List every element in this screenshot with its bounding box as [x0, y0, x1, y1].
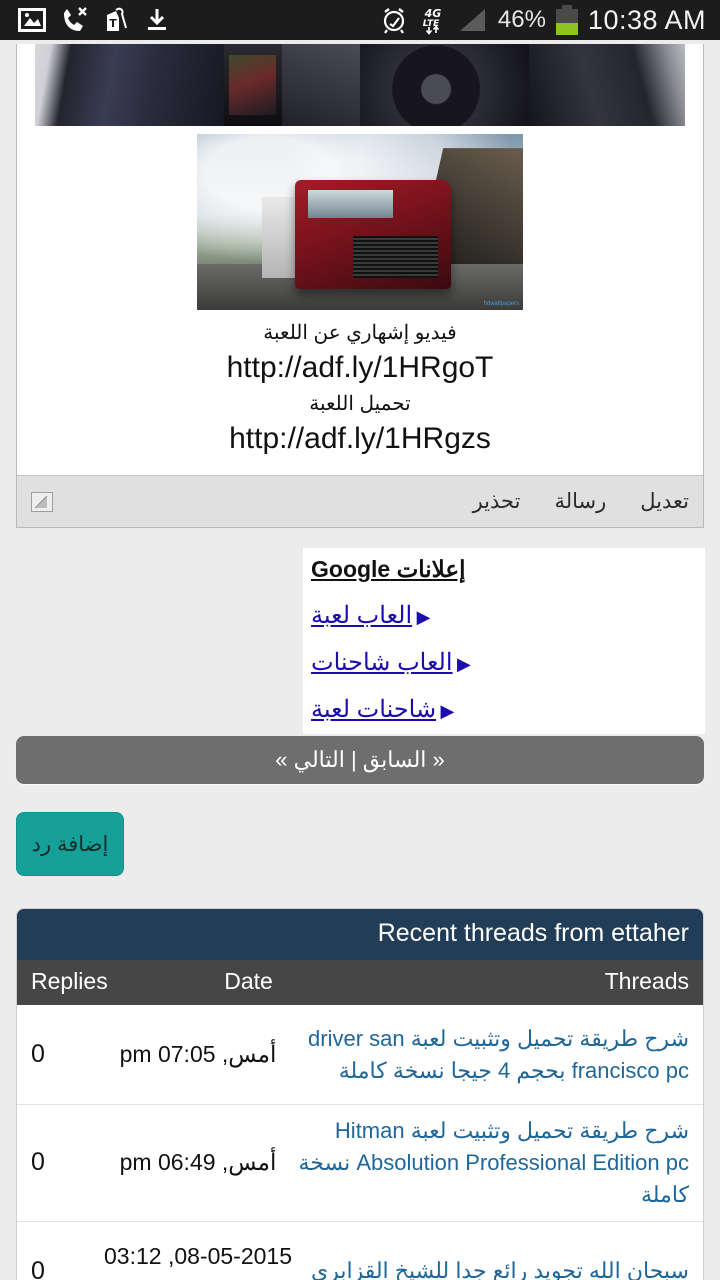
recent-threads-table: Recent threads from ettaher Replies Date… [16, 908, 704, 1280]
play-arrow-icon: ▶ [457, 654, 471, 674]
google-ads-box: إعلانات Google ▶ العاب لعبة ▶ العاب شاحن… [303, 548, 705, 734]
status-bar: T 4G LTE 46% 10:38 AM [0, 0, 720, 40]
column-header-replies: Replies [31, 968, 108, 994]
play-arrow-icon: ▶ [440, 701, 455, 721]
post-toolbar: تعديل رسالة تحذير [17, 475, 703, 527]
column-header-date: Date [224, 968, 273, 994]
ad-link-1[interactable]: العاب لعبة [311, 602, 412, 629]
image-watermark: hdwallpapers [483, 301, 519, 307]
image-icon [18, 7, 46, 33]
table-row[interactable]: 0 08-05-2015, 03:12 am سبحان الله تجويد … [17, 1222, 703, 1280]
post-card: hdwallpapers فيديو إشهاري عن اللعبة http… [16, 44, 704, 528]
row-thread-link[interactable]: شرح طريقة تحميل وتثبيت لعبة Hitman Absol… [293, 1115, 689, 1211]
tmobile-tag-icon: T [102, 6, 130, 34]
play-arrow-icon: ▶ [416, 607, 431, 627]
truck-interiors-image[interactable] [35, 44, 685, 126]
ad-row-1: ▶ العاب لعبة [311, 583, 697, 630]
thread-pagination-bar[interactable]: « السابق | التالي » [16, 736, 704, 784]
post-body: hdwallpapers فيديو إشهاري عن اللعبة http… [17, 44, 703, 475]
row-date: 08-05-2015, 03:12 am [104, 1243, 292, 1280]
row-replies: 0 [31, 1256, 45, 1280]
ad-row-3: ▶ شاحنات لعبة [311, 677, 697, 724]
svg-text:T: T [109, 17, 117, 30]
download-url[interactable]: http://adf.ly/1HRgzs [27, 419, 693, 460]
battery-percent-label: 46% [497, 6, 546, 33]
video-caption: فيديو إشهاري عن اللعبة [263, 322, 457, 344]
truck-hero-image[interactable]: hdwallpapers [197, 134, 523, 310]
ad-link-3[interactable]: شاحنات لعبة [311, 696, 436, 723]
row-date: أمس, 06:49 pm [119, 1149, 277, 1176]
battery-icon [555, 5, 578, 35]
google-ads-title: إعلانات Google [311, 556, 466, 582]
edit-button[interactable]: تعديل [640, 489, 689, 514]
video-url[interactable]: http://adf.ly/1HRgoT [27, 348, 693, 389]
missed-call-icon [60, 7, 88, 33]
add-reply-label: إضافة رد [31, 832, 109, 856]
reply-button-wrap: إضافة رد [16, 784, 720, 876]
signal-icon [458, 7, 488, 33]
row-date: أمس, 07:05 pm [119, 1041, 277, 1068]
post-text: فيديو إشهاري عن اللعبة http://adf.ly/1HR… [17, 310, 703, 469]
column-header-threads: Threads [604, 968, 689, 994]
download-caption: تحميل اللعبة [309, 392, 411, 415]
download-icon [144, 7, 170, 33]
alarm-icon [380, 6, 408, 34]
row-replies: 0 [31, 1040, 45, 1068]
page-scroll-area[interactable]: hdwallpapers فيديو إشهاري عن اللعبة http… [0, 40, 720, 1280]
status-bar-right-icons: 4G LTE 46% 10:38 AM [380, 5, 710, 36]
row-thread-link[interactable]: شرح طريقة تحميل وتثبيت لعبة driver san f… [293, 1023, 689, 1087]
add-reply-button[interactable]: إضافة رد [16, 812, 124, 876]
recent-threads-title: Recent threads from ettaher [17, 909, 703, 960]
ad-link-2[interactable]: العاب شاحنات [311, 649, 453, 676]
message-button[interactable]: رسالة [554, 489, 606, 514]
4g-lte-icon: 4G LTE [418, 5, 448, 35]
ad-row-2: ▶ العاب شاحنات [311, 630, 697, 677]
pagination-label[interactable]: « السابق | التالي » [275, 747, 444, 773]
row-thread-link[interactable]: سبحان الله تجويد رائع جدا للشيخ القزابري [293, 1255, 689, 1280]
table-row[interactable]: 0 أمس, 07:05 pm شرح طريقة تحميل وتثبيت ل… [17, 1005, 703, 1105]
status-bar-left-icons: T [10, 6, 170, 34]
warn-button[interactable]: تحذير [473, 489, 521, 514]
clock-label: 10:38 AM [587, 4, 706, 35]
recent-threads-columns: Replies Date Threads [17, 960, 703, 1005]
row-replies: 0 [31, 1148, 45, 1177]
broken-image-icon[interactable] [31, 491, 53, 512]
table-row[interactable]: 0 أمس, 06:49 pm شرح طريقة تحميل وتثبيت ل… [17, 1105, 703, 1222]
